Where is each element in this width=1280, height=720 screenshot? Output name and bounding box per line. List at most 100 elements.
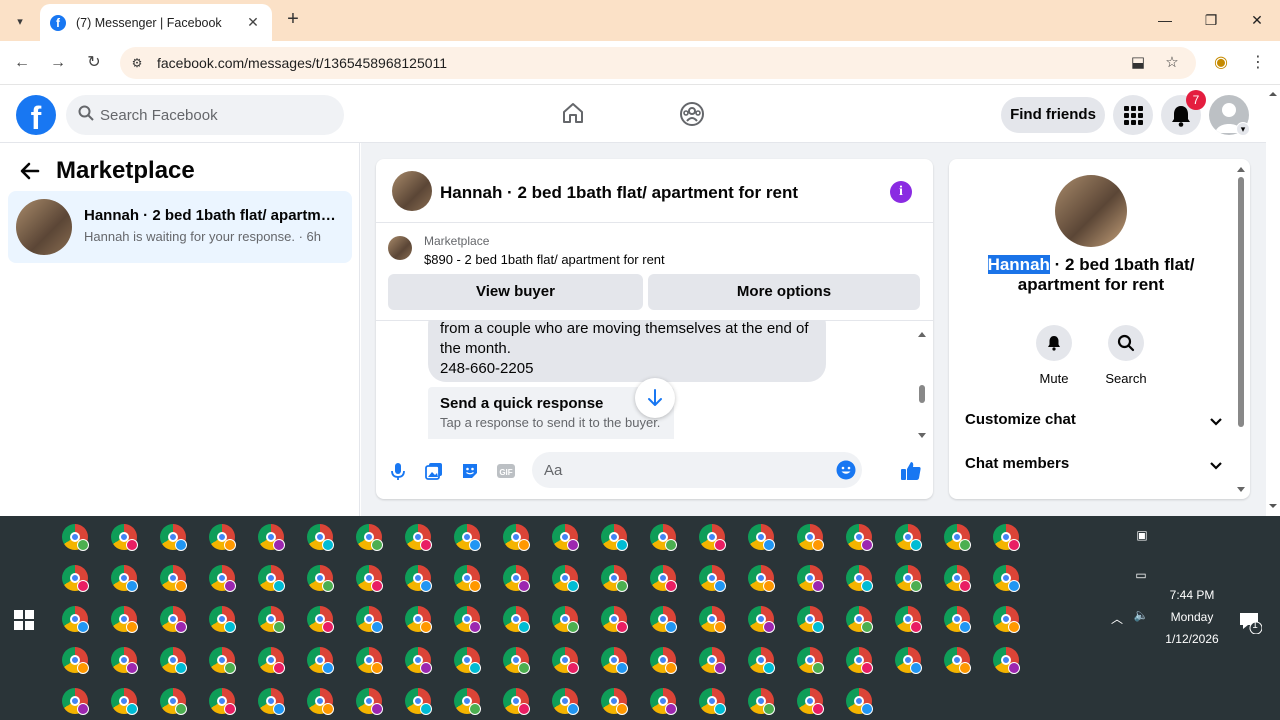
chrome-profile-icon[interactable] [503, 524, 530, 551]
chrome-profile-icon[interactable] [405, 688, 432, 715]
chrome-profile-icon[interactable] [454, 524, 481, 551]
gif-icon[interactable]: GIF [496, 461, 516, 481]
customize-chat-row[interactable]: Customize chat [965, 411, 1223, 439]
chrome-profile-icon[interactable] [650, 647, 677, 674]
chrome-profile-icon[interactable] [797, 606, 824, 633]
chrome-profile-icon[interactable] [846, 647, 873, 674]
chrome-profile-icon[interactable] [62, 647, 89, 674]
chrome-profile-icon[interactable] [454, 606, 481, 633]
chrome-profile-icon[interactable] [650, 524, 677, 551]
message-scrollbar[interactable] [916, 329, 928, 439]
profile-icon[interactable]: ◉ [1209, 51, 1233, 75]
chrome-profile-icon[interactable] [699, 524, 726, 551]
clock-day[interactable]: Monday [1160, 610, 1224, 624]
chrome-profile-icon[interactable] [846, 688, 873, 715]
more-options-button[interactable]: More options [648, 274, 920, 310]
chrome-profile-icon[interactable] [62, 524, 89, 551]
chrome-profile-icon[interactable] [503, 565, 530, 592]
chrome-profile-icon[interactable] [356, 647, 383, 674]
notification-center-icon[interactable]: 1 [1236, 610, 1264, 635]
volume-icon[interactable]: 🔈 [1132, 608, 1150, 626]
find-friends-button[interactable]: Find friends [1001, 97, 1105, 133]
chrome-profile-icon[interactable] [111, 688, 138, 715]
address-bar[interactable]: ⚙ facebook.com/messages/t/13654589681250… [120, 47, 1196, 79]
chrome-profile-icon[interactable] [895, 565, 922, 592]
chrome-profile-icon[interactable] [846, 524, 873, 551]
chrome-profile-icon[interactable] [944, 524, 971, 551]
chrome-profile-icon[interactable] [993, 606, 1020, 633]
photo-icon[interactable] [424, 461, 444, 481]
chat-avatar[interactable] [392, 171, 432, 211]
details-avatar[interactable] [1055, 175, 1127, 247]
facebook-search-input[interactable] [100, 95, 340, 135]
listing-title[interactable]: $890 - 2 bed 1bath flat/ apartment for r… [424, 252, 665, 267]
chrome-profile-icon[interactable] [993, 647, 1020, 674]
chrome-profile-icon[interactable] [944, 565, 971, 592]
chrome-profile-icon[interactable] [650, 688, 677, 715]
back-button[interactable]: ← [10, 51, 34, 75]
message-input-box[interactable] [532, 452, 862, 488]
emoji-icon[interactable] [836, 460, 856, 480]
clock-time[interactable]: 7:44 PM [1160, 588, 1224, 602]
chat-members-row[interactable]: Chat members [965, 455, 1223, 483]
chrome-profile-icon[interactable] [307, 688, 334, 715]
chrome-profile-icon[interactable] [552, 524, 579, 551]
facebook-search[interactable] [66, 95, 344, 135]
search-conversation-button[interactable]: Search [1096, 325, 1156, 386]
chrome-profile-icon[interactable] [160, 565, 187, 592]
chrome-profile-icon[interactable] [62, 565, 89, 592]
chrome-profile-icon[interactable] [209, 688, 236, 715]
chrome-profile-icon[interactable] [209, 524, 236, 551]
chrome-profile-icon[interactable] [209, 606, 236, 633]
chrome-profile-icon[interactable] [846, 606, 873, 633]
chrome-profile-icon[interactable] [405, 565, 432, 592]
site-info-icon[interactable]: ⚙ [126, 52, 148, 74]
chrome-profile-icon[interactable] [650, 565, 677, 592]
message-input[interactable] [544, 452, 804, 488]
view-buyer-button[interactable]: View buyer [388, 274, 643, 310]
chrome-profile-icon[interactable] [601, 647, 628, 674]
details-scrollbar[interactable] [1236, 165, 1246, 495]
chrome-profile-icon[interactable] [258, 565, 285, 592]
chrome-profile-icon[interactable] [160, 524, 187, 551]
bookmark-star-icon[interactable]: ☆ [1162, 53, 1182, 73]
chrome-profile-icon[interactable] [748, 524, 775, 551]
chrome-profile-icon[interactable] [895, 647, 922, 674]
chrome-profile-icon[interactable] [160, 647, 187, 674]
back-arrow-icon[interactable] [18, 159, 46, 187]
chrome-profile-icon[interactable] [454, 688, 481, 715]
chrome-profile-icon[interactable] [160, 606, 187, 633]
browser-menu-icon[interactable]: ⋮ [1246, 51, 1270, 75]
chrome-profile-icon[interactable] [846, 565, 873, 592]
chrome-profile-icon[interactable] [748, 606, 775, 633]
chrome-profile-icon[interactable] [405, 647, 432, 674]
chrome-profile-icon[interactable] [454, 647, 481, 674]
chrome-profile-icon[interactable] [307, 565, 334, 592]
chrome-profile-icon[interactable] [258, 606, 285, 633]
clock-date[interactable]: 1/12/2026 [1156, 632, 1228, 646]
chrome-profile-icon[interactable] [503, 606, 530, 633]
chrome-profile-icon[interactable] [62, 688, 89, 715]
facebook-logo[interactable]: f [16, 95, 56, 135]
chrome-profile-icon[interactable] [797, 647, 824, 674]
page-scrollbar[interactable] [1266, 86, 1280, 516]
chrome-profile-icon[interactable] [503, 688, 530, 715]
new-tab-button[interactable]: + [282, 8, 304, 32]
chrome-profile-icon[interactable] [209, 647, 236, 674]
forward-button[interactable]: → [46, 51, 70, 75]
close-window-button[interactable]: ✕ [1242, 8, 1272, 32]
chrome-profile-icon[interactable] [356, 524, 383, 551]
chrome-profile-icon[interactable] [258, 524, 285, 551]
chrome-profile-icon[interactable] [650, 606, 677, 633]
chrome-profile-icon[interactable] [748, 688, 775, 715]
chrome-profile-icon[interactable] [405, 524, 432, 551]
info-icon[interactable]: i [890, 181, 912, 203]
chrome-profile-icon[interactable] [111, 524, 138, 551]
chrome-profile-icon[interactable] [111, 606, 138, 633]
browser-tab[interactable]: f (7) Messenger | Facebook ✕ [40, 4, 272, 41]
menu-grid-button[interactable] [1113, 95, 1153, 135]
chrome-profile-icon[interactable] [748, 647, 775, 674]
chrome-profile-icon[interactable] [895, 524, 922, 551]
chrome-profile-icon[interactable] [356, 565, 383, 592]
tab-search-chevron-icon[interactable]: ▾ [8, 9, 32, 33]
